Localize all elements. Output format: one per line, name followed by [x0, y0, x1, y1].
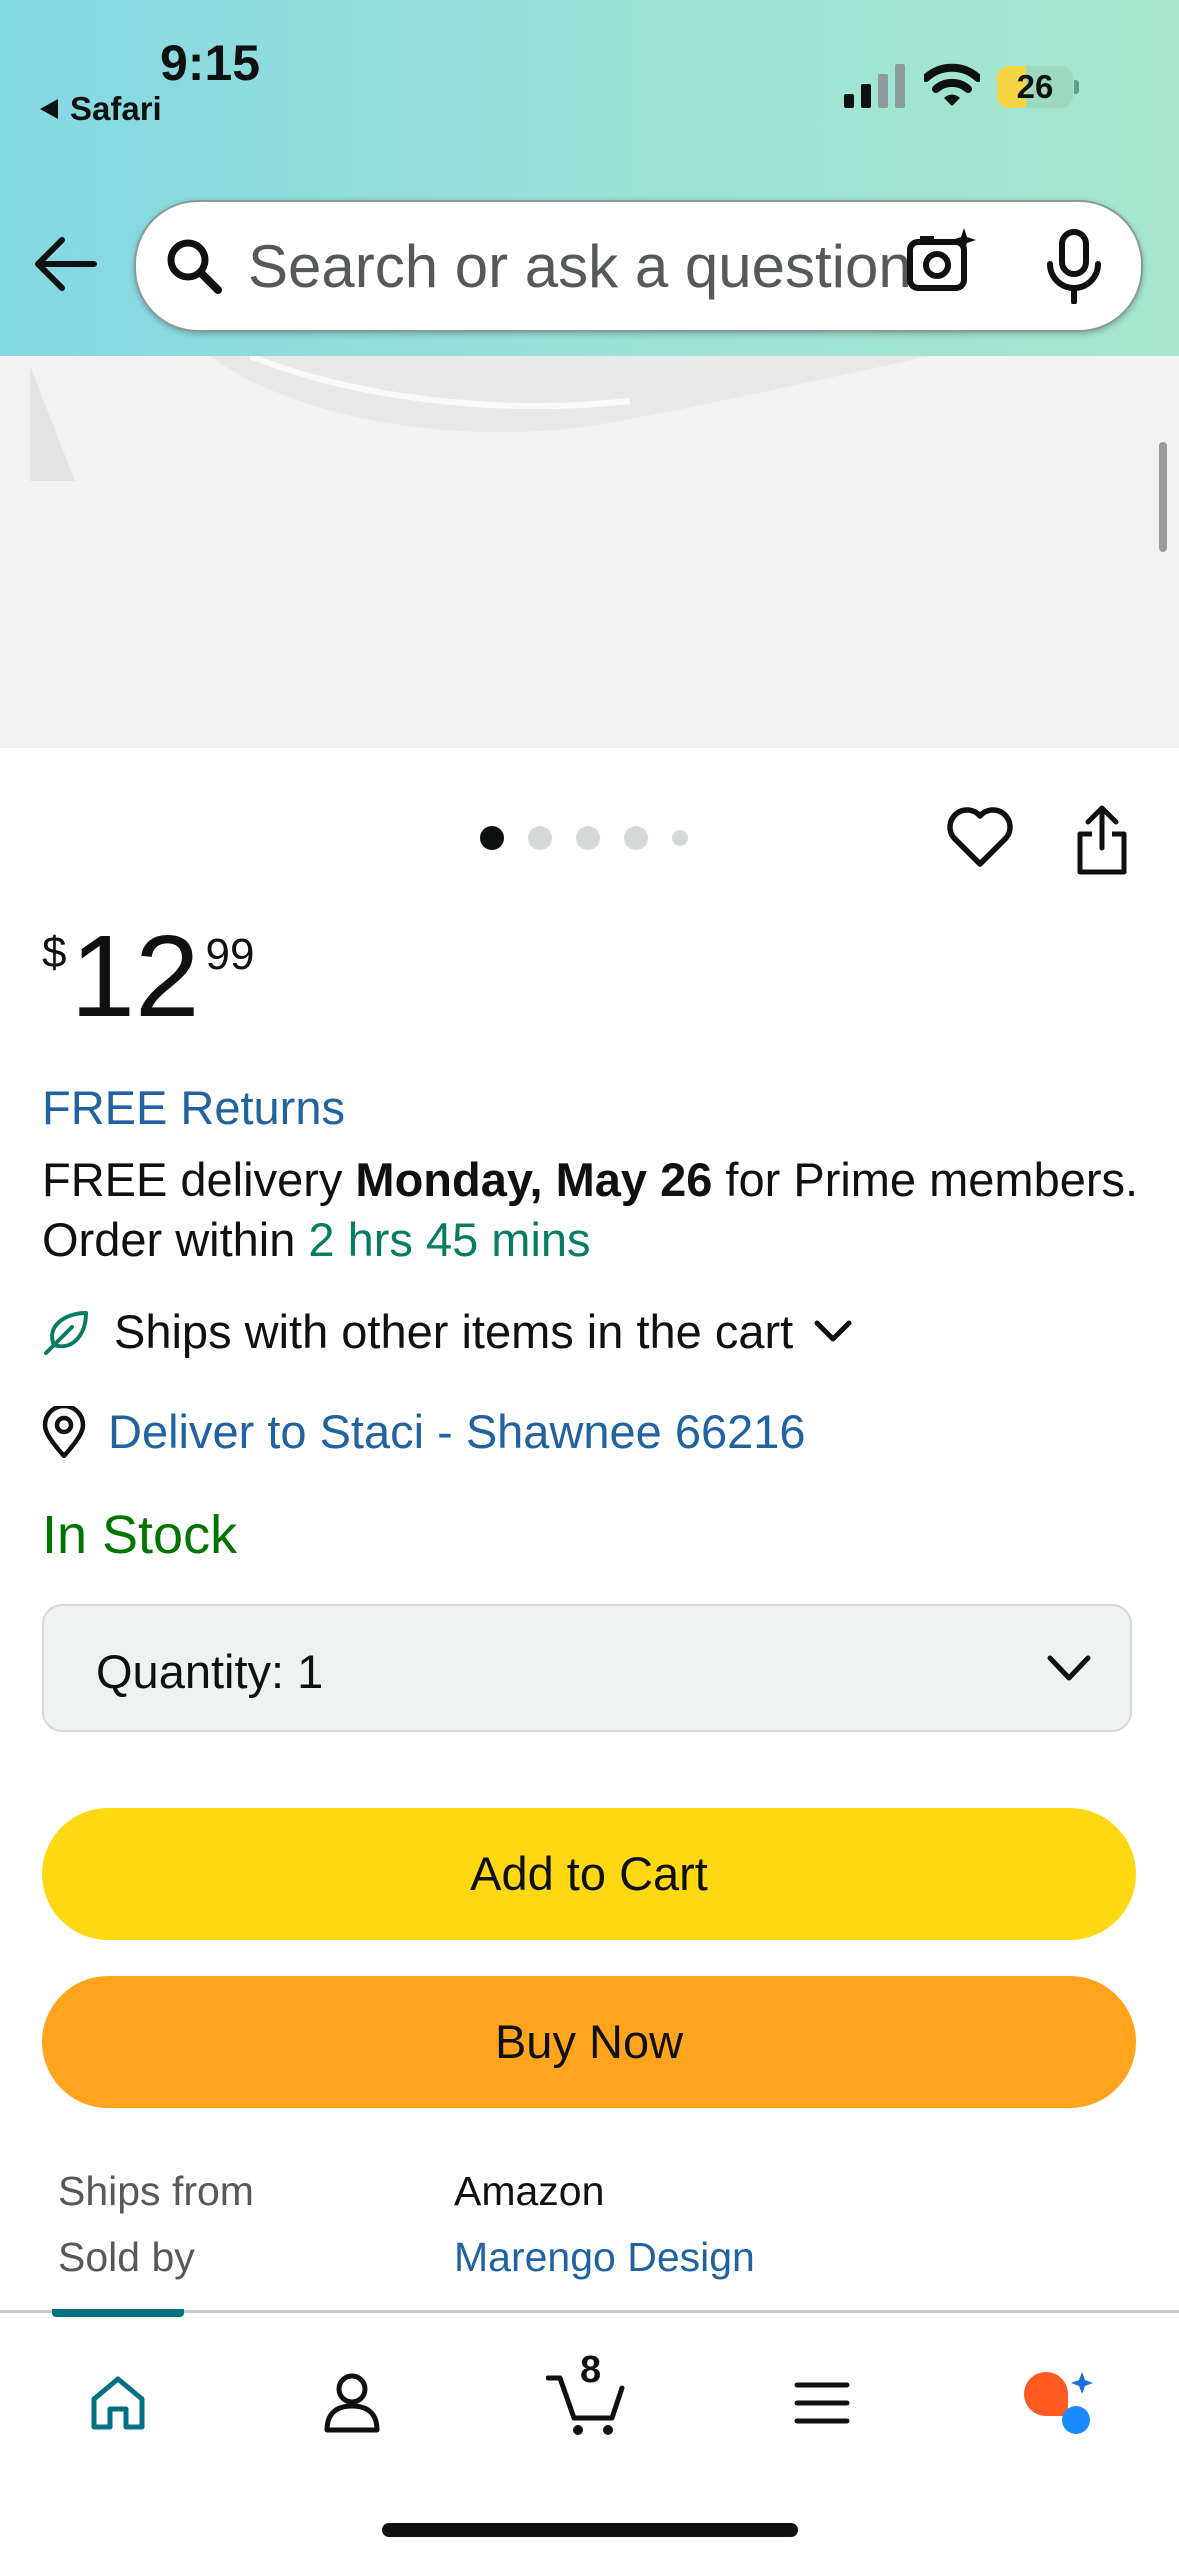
search-bar[interactable]	[134, 200, 1143, 332]
delivery-countdown: 2 hrs 45 mins	[308, 1213, 591, 1266]
battery-level: 26	[997, 66, 1073, 108]
buy-now-button[interactable]: Buy Now	[42, 1976, 1136, 2108]
seller-info: Ships from Amazon Sold by Marengo Design	[0, 2150, 1179, 2310]
battery-icon: 26	[997, 66, 1079, 108]
sold-by-link[interactable]: Marengo Design	[454, 2234, 755, 2281]
microphone-icon[interactable]	[1044, 228, 1104, 304]
image-pagination[interactable]	[480, 826, 688, 850]
search-icon	[167, 239, 222, 294]
ships-with-cart-row[interactable]: Ships with other items in the cart	[42, 1304, 853, 1359]
active-tab-indicator	[52, 2309, 184, 2317]
nav-menu[interactable]	[762, 2353, 882, 2453]
ships-with-label: Ships with other items in the cart	[114, 1305, 794, 1358]
nav-home[interactable]	[58, 2353, 178, 2453]
cart-count: 8	[580, 2349, 602, 2391]
bottom-navigation: 8	[0, 2309, 1179, 2559]
price-fraction: 99	[205, 930, 255, 979]
pagination-dot-1[interactable]	[480, 826, 504, 850]
cellular-signal-icon	[844, 64, 905, 108]
price: $ 12 99	[42, 918, 254, 1034]
search-input[interactable]	[248, 230, 968, 302]
quantity-label: Quantity: 1	[96, 1645, 324, 1698]
pagination-dot-4[interactable]	[624, 826, 648, 850]
home-icon	[91, 2376, 145, 2430]
ships-from-value: Amazon	[454, 2168, 605, 2214]
ships-from-label: Ships from	[58, 2168, 254, 2214]
pagination-dot-2[interactable]	[528, 826, 552, 850]
nav-cart[interactable]: 8	[528, 2349, 648, 2453]
camera-lens-icon[interactable]	[906, 226, 978, 298]
wifi-icon	[924, 63, 980, 106]
free-returns-link[interactable]: FREE Returns	[42, 1080, 345, 1135]
price-whole: 12	[70, 911, 200, 1041]
nav-account[interactable]	[292, 2353, 412, 2453]
status-time: 9:15	[160, 35, 261, 91]
delivery-prefix: FREE delivery	[42, 1153, 356, 1206]
back-to-safari[interactable]: Safari	[38, 90, 162, 128]
quantity-value: 1	[297, 1645, 324, 1698]
add-to-cart-button[interactable]: Add to Cart	[42, 1808, 1136, 1940]
quantity-dropdown[interactable]: Quantity: 1	[42, 1604, 1132, 1732]
rufus-assistant-icon	[1024, 2372, 1093, 2434]
deliver-to-label: Deliver to Staci - Shawnee 66216	[108, 1405, 806, 1458]
scroll-indicator[interactable]	[1159, 442, 1167, 552]
menu-icon	[794, 2382, 850, 2424]
location-pin-icon	[42, 1405, 86, 1458]
price-symbol: $	[42, 928, 67, 977]
account-icon	[324, 2373, 380, 2433]
home-indicator-bar[interactable]	[382, 2523, 798, 2537]
header: 9:15 Safari 26	[0, 0, 1179, 356]
sold-by-label: Sold by	[58, 2234, 195, 2280]
product-image-detail	[30, 356, 930, 481]
delivery-message: FREE delivery Monday, May 26 for Prime m…	[42, 1150, 1142, 1270]
pagination-dot-3[interactable]	[576, 826, 600, 850]
back-arrow-icon[interactable]	[34, 236, 98, 292]
chevron-down-icon	[1047, 1655, 1091, 1681]
deliver-to-link[interactable]: Deliver to Staci - Shawnee 66216	[42, 1404, 806, 1459]
nav-rufus-assistant[interactable]	[998, 2353, 1118, 2453]
share-icon[interactable]	[1074, 804, 1130, 876]
heart-icon[interactable]	[946, 806, 1014, 868]
leaf-icon	[44, 1310, 88, 1355]
pagination-dot-5[interactable]	[672, 830, 688, 846]
stock-status: In Stock	[42, 1505, 238, 1565]
chevron-down-icon	[814, 1320, 852, 1341]
delivery-date: Monday, May 26	[355, 1153, 713, 1206]
back-triangle-icon	[40, 99, 58, 119]
back-app-label: Safari	[70, 90, 162, 127]
